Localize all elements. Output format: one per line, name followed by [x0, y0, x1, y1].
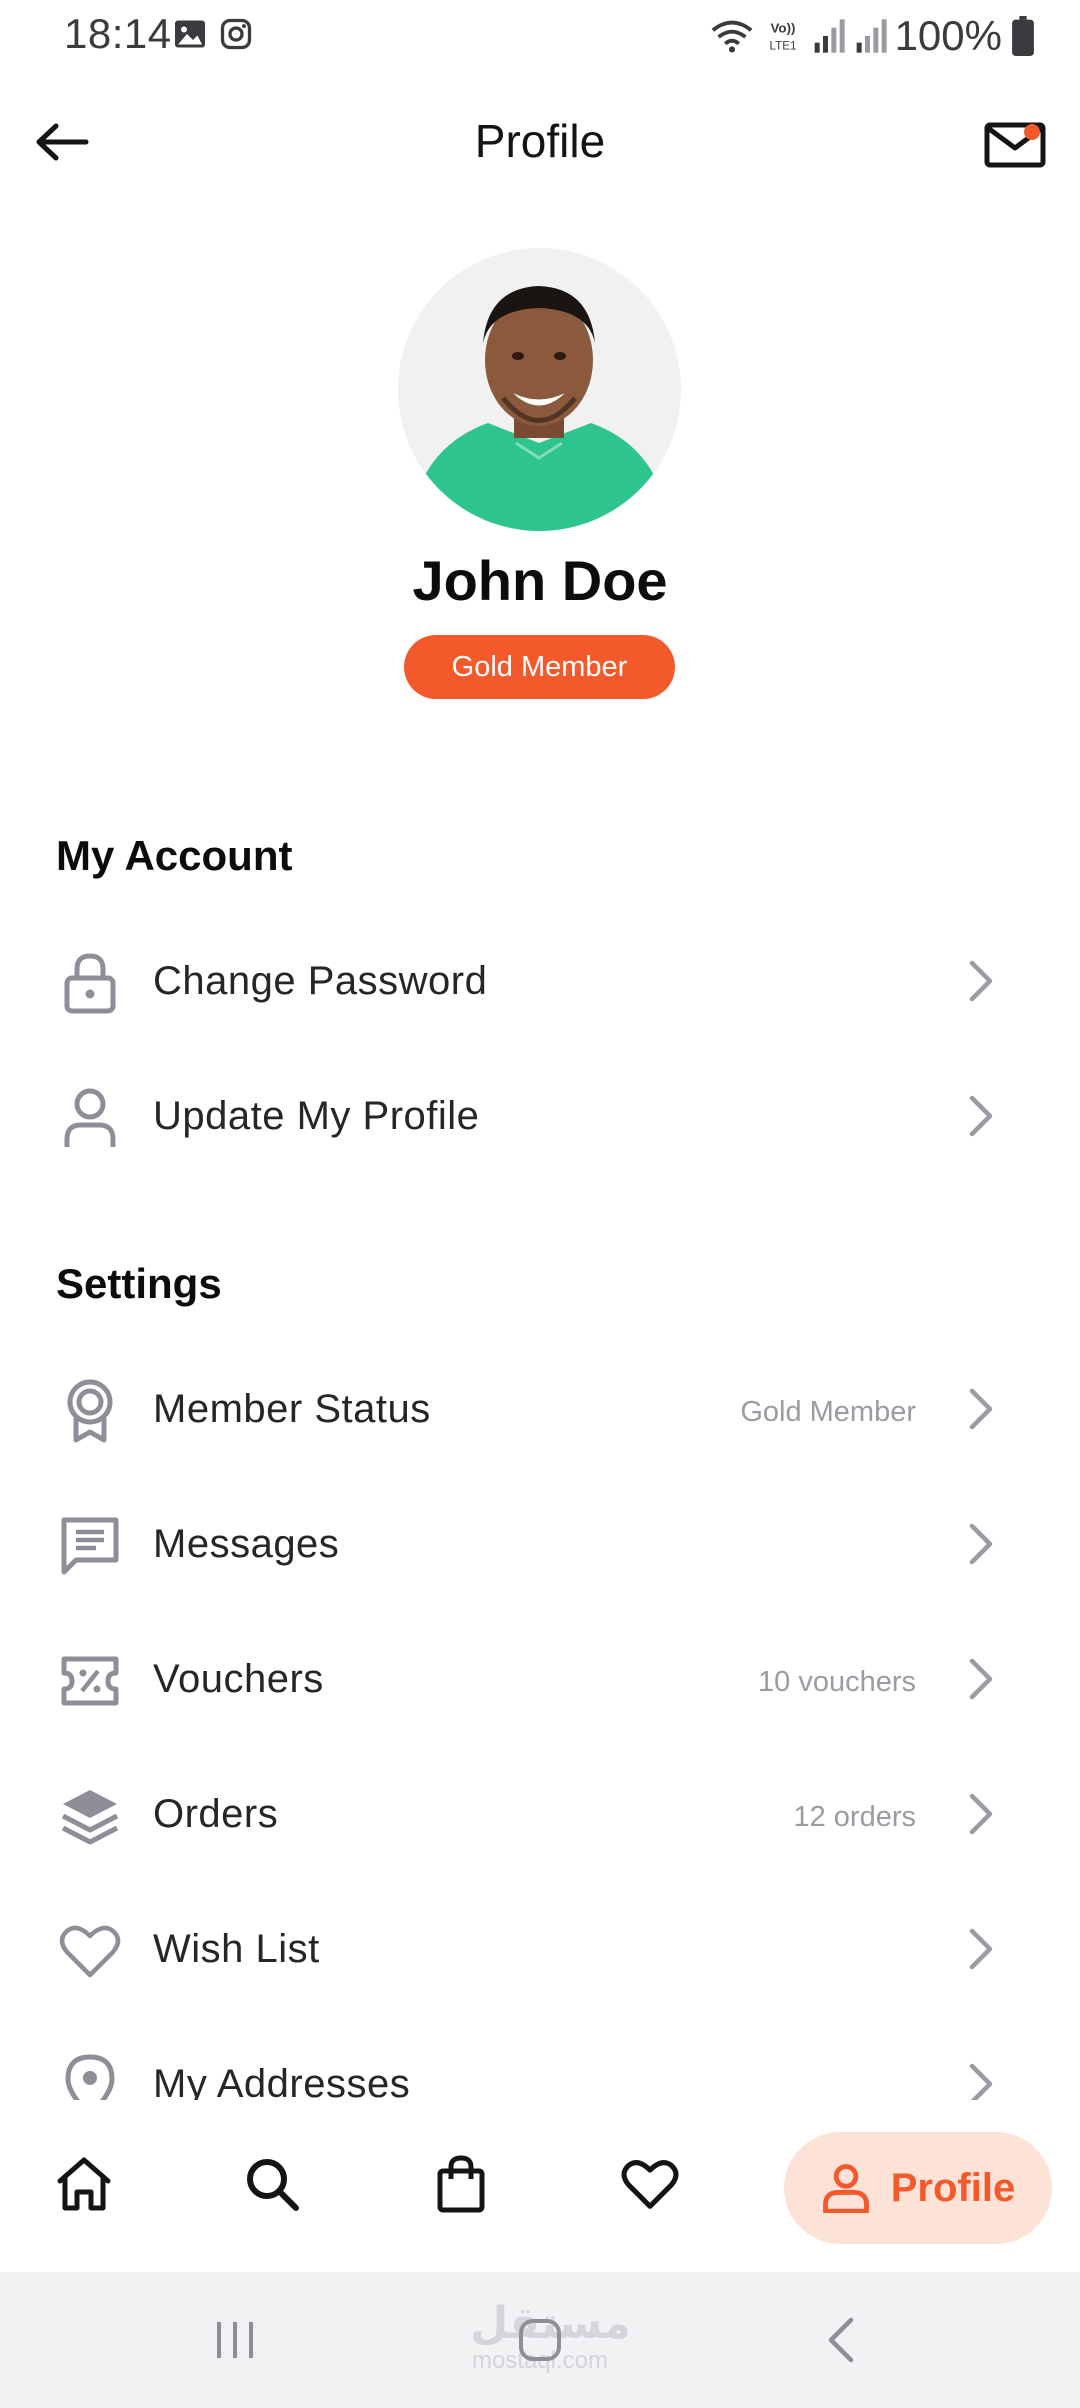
system-back-button[interactable]	[806, 2310, 876, 2370]
menu-item-update-profile[interactable]: Update My Profile	[0, 1056, 1080, 1176]
signal-icon-2	[856, 19, 887, 53]
heart-icon	[58, 1919, 122, 1983]
nav-profile-label: Profile	[890, 2165, 1016, 2210]
home-button[interactable]	[505, 2310, 575, 2370]
chevron-right-icon	[969, 960, 993, 1002]
shopping-bag-icon	[437, 2155, 485, 2213]
menu-label: Orders	[153, 1792, 279, 1836]
section-heading-my-account: My Account	[56, 832, 293, 879]
user-icon	[822, 2164, 869, 2213]
menu-label: Update My Profile	[153, 1094, 480, 1138]
battery-percent: 100%	[894, 12, 1002, 59]
chevron-right-icon	[969, 2063, 993, 2100]
nav-search[interactable]	[232, 2144, 312, 2224]
app-header: Profile	[0, 96, 1080, 192]
menu-detail: 12 orders	[793, 1801, 916, 1833]
menu-item-wish-list[interactable]: Wish List	[0, 1889, 1080, 2009]
recent-apps-button[interactable]	[200, 2310, 270, 2370]
menu-item-member-status[interactable]: Member Status Gold Member	[0, 1349, 1080, 1469]
menu-detail: Gold Member	[740, 1396, 916, 1428]
unread-dot	[1024, 124, 1040, 140]
menu-detail: 10 vouchers	[758, 1666, 916, 1698]
message-icon	[58, 1514, 122, 1578]
page-title: Profile	[474, 115, 606, 167]
status-bar: 18:14 Vo)) LTE1 100%	[0, 0, 1080, 72]
menu-item-my-addresses[interactable]: My Addresses	[0, 2024, 1080, 2100]
signal-icon	[814, 19, 845, 53]
home-icon	[57, 2157, 111, 2211]
battery-icon	[1012, 16, 1034, 56]
menu-label: Wish List	[153, 1927, 320, 1971]
system-navigation-bar: مستقل mostaql.com	[0, 2272, 1080, 2408]
chevron-right-icon	[969, 1095, 993, 1137]
location-pin-icon	[58, 2054, 122, 2100]
bottom-nav: Profile	[0, 2100, 1080, 2272]
nav-wishlist[interactable]	[610, 2144, 690, 2224]
search-icon	[247, 2159, 299, 2211]
svg-text:LTE1: LTE1	[769, 39, 796, 52]
menu-item-messages[interactable]: Messages	[0, 1484, 1080, 1604]
avatar[interactable]	[398, 248, 681, 531]
menu-item-change-password[interactable]: Change Password	[0, 921, 1080, 1041]
menu-label: Messages	[153, 1522, 340, 1566]
chevron-right-icon	[969, 1658, 993, 1700]
svg-text:Vo)): Vo))	[770, 21, 795, 36]
chevron-left-icon	[828, 2317, 854, 2363]
nav-home[interactable]	[44, 2144, 124, 2224]
menu-label: Change Password	[153, 959, 488, 1003]
avatar-photo	[398, 248, 681, 531]
member-badge: Gold Member	[404, 635, 675, 699]
nav-bag[interactable]	[421, 2144, 501, 2224]
voucher-icon	[58, 1649, 122, 1713]
menu-item-vouchers[interactable]: Vouchers 10 vouchers	[0, 1619, 1080, 1739]
menu-label: Vouchers	[153, 1657, 324, 1701]
heart-icon	[621, 2160, 679, 2209]
status-time: 18:14	[64, 10, 172, 57]
chevron-right-icon	[969, 1793, 993, 1835]
menu-label: Member Status	[153, 1387, 431, 1431]
instagram-icon	[220, 18, 252, 50]
chevron-right-icon	[969, 1388, 993, 1430]
nav-profile-active[interactable]: Profile	[784, 2132, 1052, 2244]
award-icon	[58, 1379, 122, 1443]
home-pill-icon	[519, 2319, 561, 2361]
layers-icon	[58, 1784, 122, 1848]
chevron-right-icon	[969, 1523, 993, 1565]
section-heading-settings: Settings	[56, 1260, 222, 1307]
menu-item-orders[interactable]: Orders 12 orders	[0, 1754, 1080, 1874]
mail-button[interactable]	[980, 110, 1050, 180]
wifi-icon	[711, 20, 752, 53]
profile-name: John Doe	[412, 549, 668, 612]
gallery-icon	[175, 20, 205, 48]
volte-icon: Vo)) LTE1	[769, 21, 796, 53]
lock-icon	[58, 951, 122, 1015]
recents-icon	[217, 2322, 253, 2358]
chevron-right-icon	[969, 1928, 993, 1970]
user-icon	[58, 1086, 122, 1150]
menu-label: My Addresses	[153, 2062, 411, 2100]
